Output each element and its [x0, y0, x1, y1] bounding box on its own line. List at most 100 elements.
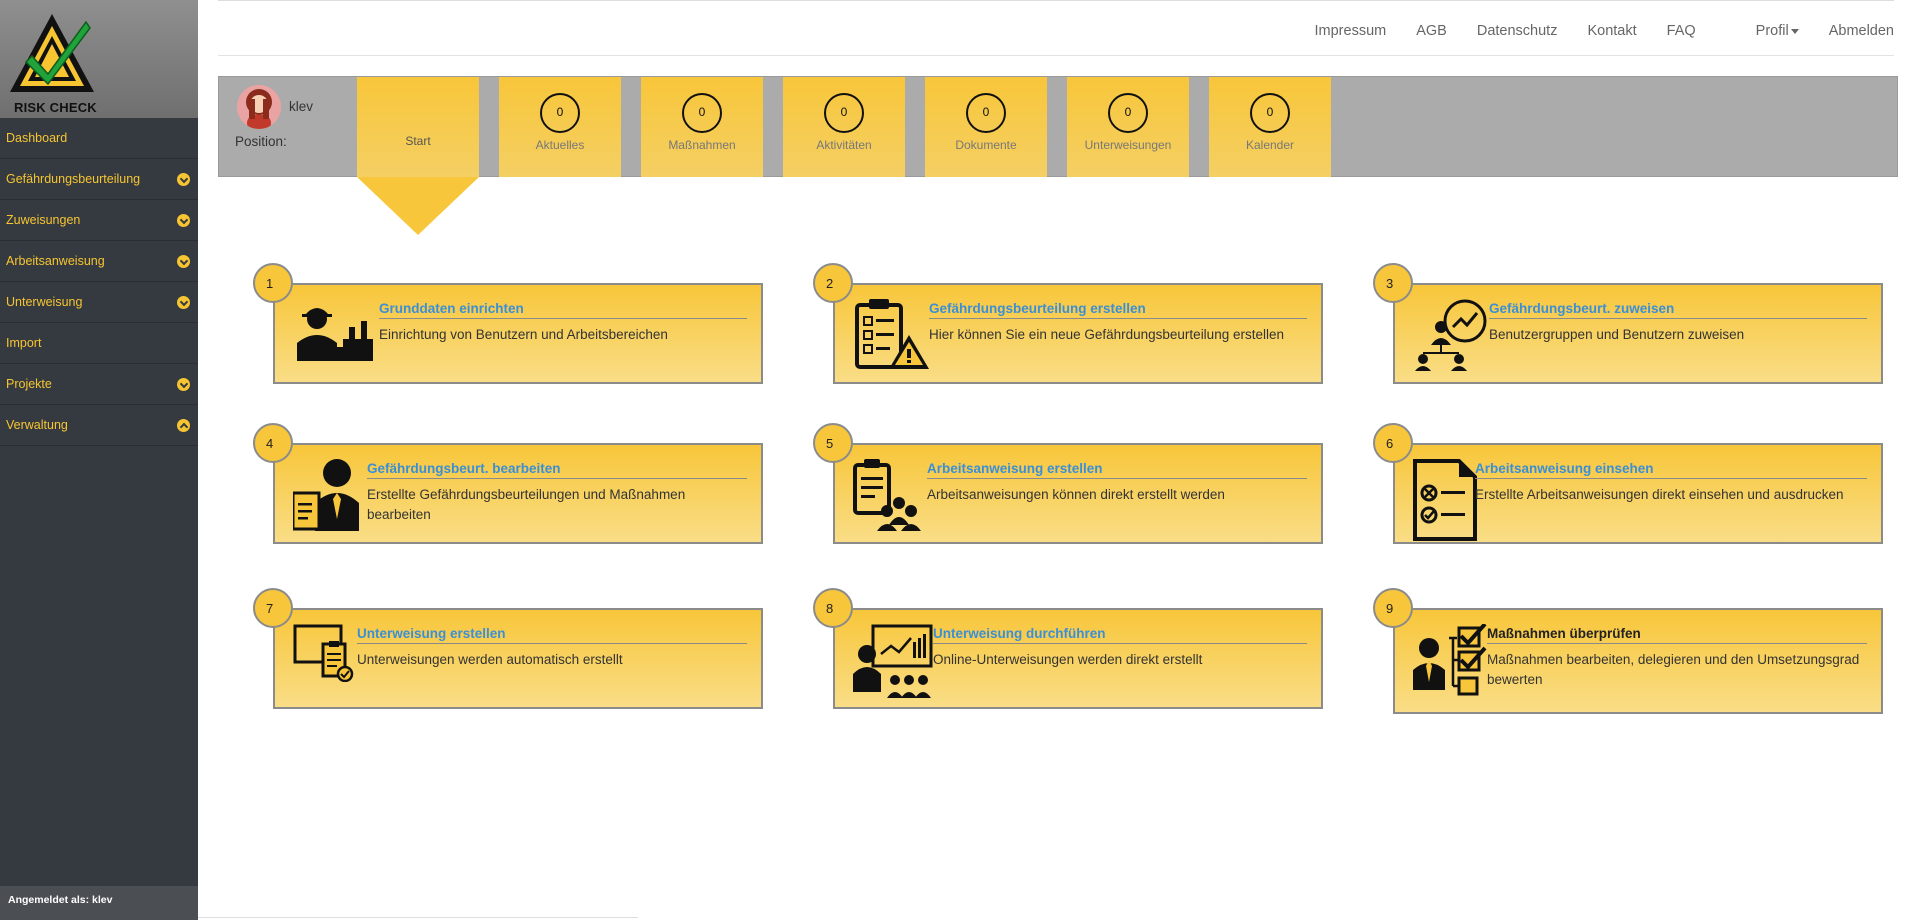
profil-label: Profil [1755, 23, 1789, 39]
document-check-icon [1413, 459, 1477, 541]
card-description: Unterweisungen werden automatisch erstel… [357, 652, 623, 667]
sidebar-item-gefaehrdungsbeurteilung[interactable]: Gefährdungsbeurteilung [0, 159, 198, 200]
logged-in-status: Angemeldet als: klev [0, 886, 198, 920]
counter-badge: 0 [824, 93, 864, 133]
tab-start[interactable]: Start [357, 77, 479, 177]
chevron-down-icon [177, 172, 190, 186]
card-description: Erstellte Arbeitsanweisungen direkt eins… [1475, 487, 1844, 502]
card-arbeitsanweisung-erstellen[interactable]: 5 Arbeitsanweisung erstellen Arbeitsanwe… [813, 423, 1323, 544]
tab-label: Aktivitäten [816, 138, 872, 152]
sidebar-item-verwaltung[interactable]: Verwaltung [0, 405, 198, 446]
sidebar-item-label: Arbeitsanweisung [6, 254, 105, 268]
step-number: 7 [253, 588, 293, 628]
chevron-down-icon [177, 254, 190, 268]
nav-link-kontakt[interactable]: Kontakt [1587, 23, 1636, 39]
sidebar-item-label: Projekte [6, 377, 52, 391]
risk-check-logo-icon [10, 14, 94, 92]
counter-badge: 0 [540, 93, 580, 133]
step-number: 4 [253, 423, 293, 463]
sidebar-item-label: Dashboard [6, 131, 68, 145]
tab-label: Aktuelles [535, 138, 585, 152]
step-number: 8 [813, 588, 853, 628]
chevron-up-icon [177, 418, 190, 432]
logo-text: RISK CHECK [14, 100, 97, 115]
sidebar-item-import[interactable]: Import [0, 323, 198, 364]
card-title[interactable]: Unterweisung durchführen [933, 626, 1307, 644]
sidebar-item-arbeitsanweisung[interactable]: Arbeitsanweisung [0, 241, 198, 282]
nav-links: Impressum AGB Datenschutz Kontakt FAQ Pr… [1285, 23, 1894, 39]
sidebar-item-zuweisungen[interactable]: Zuweisungen [0, 200, 198, 241]
card-massnahmen-ueberpruefen[interactable]: 9 Maßnahmen überprüfen Maßnahmen bearbei… [1373, 588, 1883, 714]
step-number: 1 [253, 263, 293, 303]
card-gefaehrdungsbeurteilung-erstellen[interactable]: 2 Gefährdungsbeurteilung erstellen Hier … [813, 263, 1323, 384]
card-grunddaten[interactable]: 1 Grunddaten einrichten Einrichtung von … [253, 263, 763, 384]
user-avatar-icon [237, 85, 281, 129]
chevron-down-icon [177, 295, 190, 309]
nav-link-datenschutz[interactable]: Datenschutz [1477, 23, 1558, 39]
user-name: klev [289, 99, 314, 114]
nav-link-profil[interactable]: Profil [1726, 23, 1799, 39]
card-title[interactable]: Gefährdungsbeurteilung erstellen [929, 301, 1307, 319]
card-unterweisung-erstellen[interactable]: 7 Unterweisung erstellen Unterweisungen … [253, 588, 763, 709]
chevron-down-icon [177, 377, 190, 391]
step-number: 6 [1373, 423, 1413, 463]
tab-kalender[interactable]: 0 Kalender [1209, 77, 1331, 177]
step-number: 5 [813, 423, 853, 463]
tab-dokumente[interactable]: 0 Dokumente [925, 77, 1047, 177]
sidebar-item-projekte[interactable]: Projekte [0, 364, 198, 405]
counter-badge: 0 [1108, 93, 1148, 133]
tab-aktivitaeten[interactable]: 0 Aktivitäten [783, 77, 905, 177]
tab-label: Maßnahmen [668, 138, 736, 152]
card-gefaehrdungsbeurt-bearbeiten[interactable]: 4 Gefährdungsbeurt. bearbeiten Erstellte… [253, 423, 763, 544]
card-description: Maßnahmen bearbeiten, delegieren und den… [1487, 652, 1860, 687]
sidebar-item-dashboard[interactable]: Dashboard [0, 118, 198, 159]
card-title[interactable]: Grunddaten einrichten [379, 301, 747, 319]
card-description: Hier können Sie ein neue Gefährdungsbeur… [929, 327, 1284, 342]
sidebar: RISK CHECK Dashboard Gefährdungsbeurteil… [0, 0, 198, 920]
card-description: Online-Unterweisungen werden direkt erst… [933, 652, 1203, 667]
start-pointer [357, 177, 479, 235]
tab-label: Unterweisungen [1084, 138, 1172, 152]
card-description: Einrichtung von Benutzern und Arbeitsber… [379, 327, 668, 342]
tab-label: Start [405, 134, 431, 148]
sidebar-item-label: Gefährdungsbeurteilung [6, 172, 141, 186]
sidebar-item-unterweisung[interactable]: Unterweisung [0, 282, 198, 323]
card-arbeitsanweisung-einsehen[interactable]: 6 Arbeitsanweisung einsehen Erstellte Ar… [1373, 423, 1883, 544]
card-gefaehrdungsbeurt-zuweisen[interactable]: 3 Gefährdungsbeurt. zuweisen Benutzergru… [1373, 263, 1883, 384]
tab-label: Dokumente [955, 138, 1017, 152]
nav-link-impressum[interactable]: Impressum [1315, 23, 1387, 39]
presentation-audience-icon [853, 624, 933, 698]
card-description: Arbeitsanweisungen können direkt erstell… [927, 487, 1225, 502]
sidebar-item-label: Import [6, 336, 42, 350]
tab-aktuelles[interactable]: 0 Aktuelles [499, 77, 621, 177]
tab-massnahmen[interactable]: 0 Maßnahmen [641, 77, 763, 177]
card-title[interactable]: Maßnahmen überprüfen [1487, 626, 1867, 644]
avatar[interactable] [237, 85, 281, 129]
worker-factory-icon [297, 308, 373, 361]
counter-badge: 0 [966, 93, 1006, 133]
card-title[interactable]: Unterweisung erstellen [357, 626, 747, 644]
card-title[interactable]: Arbeitsanweisung einsehen [1475, 461, 1867, 479]
counter-badge: 0 [682, 93, 722, 133]
sidebar-item-label: Zuweisungen [6, 213, 81, 227]
card-title[interactable]: Gefährdungsbeurt. zuweisen [1489, 301, 1867, 319]
logo[interactable]: RISK CHECK [0, 0, 198, 118]
tab-unterweisungen[interactable]: 0 Unterweisungen [1067, 77, 1189, 177]
card-title[interactable]: Gefährdungsbeurt. bearbeiten [367, 461, 747, 479]
person-checklist-icon [1413, 624, 1487, 696]
header-band: klev Position: Start 0 Aktuelles 0 Maßna… [218, 76, 1898, 235]
step-number: 3 [1373, 263, 1413, 303]
checklist-warning-icon [855, 299, 929, 369]
card-description: Benutzergruppen und Benutzern zuweisen [1489, 327, 1745, 342]
tab-label: Kalender [1245, 138, 1295, 152]
card-title[interactable]: Arbeitsanweisung erstellen [927, 461, 1307, 479]
card-unterweisung-durchfuehren[interactable]: 8 Unterweisung durchführen Online-Unterw… [813, 588, 1323, 709]
step-number: 2 [813, 263, 853, 303]
nav-link-agb[interactable]: AGB [1416, 23, 1447, 39]
screen-clipboard-icon [293, 624, 354, 682]
step-number: 9 [1373, 588, 1413, 628]
counter-badge: 0 [1250, 93, 1290, 133]
caret-down-icon [1790, 28, 1799, 34]
nav-link-faq[interactable]: FAQ [1667, 23, 1696, 39]
nav-link-abmelden[interactable]: Abmelden [1829, 23, 1894, 39]
